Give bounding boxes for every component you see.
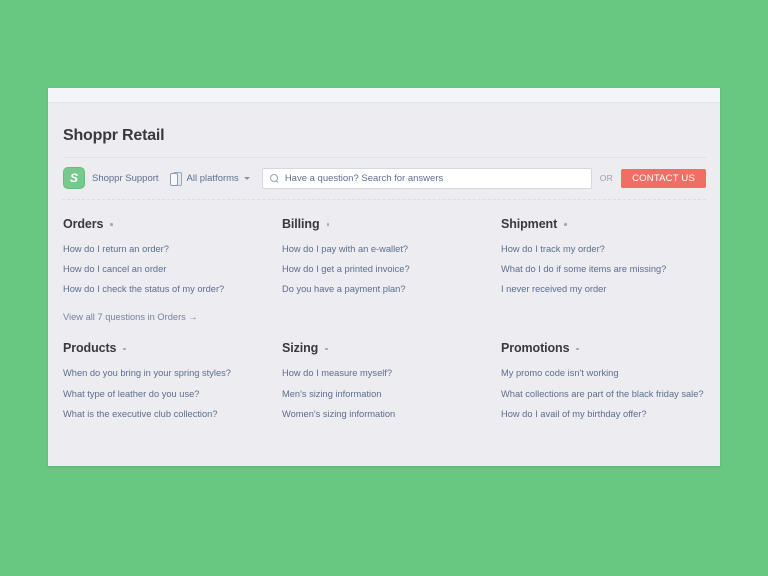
search-field[interactable]: [261, 167, 592, 189]
category-header: Promotions: [501, 341, 706, 355]
window-chrome-bar: [48, 88, 720, 103]
category-dot-icon: [325, 347, 328, 351]
faq-link[interactable]: What collections are part of the black f…: [501, 389, 706, 400]
brand-name-label: Shoppr Support: [92, 172, 159, 184]
faq-link[interactable]: I never received my order: [501, 284, 706, 295]
category-dot-icon: [326, 223, 329, 226]
faq-link[interactable]: Do you have a payment plan?: [282, 284, 487, 295]
category-title: Billing: [282, 217, 320, 231]
or-separator-label: OR: [599, 173, 614, 183]
faq-link[interactable]: What type of leather do you use?: [63, 389, 268, 400]
faq-link[interactable]: My promo code isn't working: [501, 368, 706, 379]
device-icon: [169, 171, 182, 186]
category-header: Shipment: [501, 217, 706, 231]
category-header: Orders: [63, 217, 268, 231]
faq-link[interactable]: What is the executive club collection?: [63, 409, 268, 420]
faq-link[interactable]: Women's sizing information: [282, 409, 487, 420]
category-dot-icon: [110, 223, 113, 226]
faq-link[interactable]: What do I do if some items are missing?: [501, 264, 706, 275]
help-center-window: Shoppr Retail S Shoppr Support All platf…: [48, 88, 720, 466]
category-title: Sizing: [282, 341, 319, 356]
category-title: Shipment: [501, 217, 558, 231]
category-title: Promotions: [501, 341, 570, 356]
category-title: Orders: [63, 217, 104, 231]
chevron-down-icon: [243, 176, 250, 180]
faq-link[interactable]: How do I measure myself?: [282, 368, 487, 379]
faq-link[interactable]: How do I pay with an e-wallet?: [282, 244, 487, 255]
faq-link[interactable]: When do you bring in your spring styles?: [63, 368, 268, 379]
search-toolbar: S Shoppr Support All platforms OR CONTAC…: [62, 158, 706, 200]
faq-column-shipment: Shipment How do I track my order? What d…: [501, 217, 706, 341]
category-dot-icon: [576, 347, 579, 351]
faq-column-sizing: Sizing How do I measure myself? Men's si…: [282, 341, 487, 444]
brand-logo-icon: S: [63, 167, 85, 189]
category-dot-icon: [564, 223, 567, 226]
search-input[interactable]: [284, 172, 584, 184]
view-all-questions-link[interactable]: View all 7 questions in Orders →: [63, 312, 198, 322]
category-dot-icon: [123, 347, 126, 351]
faq-column-products: Products When do you bring in your sprin…: [63, 341, 268, 444]
platform-filter-label: All platforms: [186, 172, 239, 184]
page-content: Shoppr Retail S Shoppr Support All platf…: [48, 103, 720, 445]
search-icon: [269, 173, 279, 183]
contact-us-button[interactable]: CONTACT US: [621, 168, 706, 188]
category-header: Sizing: [282, 341, 487, 355]
faq-category-grid: Orders How do I return an order? How do …: [62, 200, 706, 445]
faq-link[interactable]: How do I check the status of my order?: [63, 284, 268, 295]
faq-link[interactable]: How do I avail of my birthday offer?: [501, 409, 706, 420]
faq-link[interactable]: How do I get a printed invoice?: [282, 264, 487, 275]
category-title: Products: [63, 341, 117, 356]
faq-link[interactable]: How do I track my order?: [501, 244, 706, 255]
faq-column-billing: Billing How do I pay with an e-wallet? H…: [282, 217, 487, 341]
faq-column-orders: Orders How do I return an order? How do …: [63, 217, 268, 341]
faq-link[interactable]: How do I return an order?: [63, 244, 268, 255]
faq-link[interactable]: Men's sizing information: [282, 389, 487, 400]
faq-column-promotions: Promotions My promo code isn't working W…: [501, 341, 706, 444]
faq-link[interactable]: How do I cancel an order: [63, 264, 268, 275]
page-title: Shoppr Retail: [63, 103, 706, 158]
category-header: Products: [63, 341, 268, 355]
platform-filter-dropdown[interactable]: All platforms: [169, 171, 250, 186]
category-header: Billing: [282, 217, 487, 231]
